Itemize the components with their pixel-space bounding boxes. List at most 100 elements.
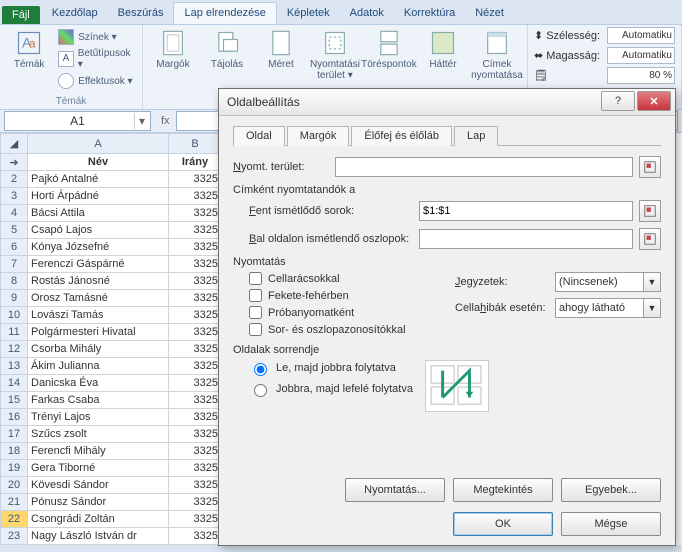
refselect-rows[interactable] <box>639 200 661 222</box>
cell-name[interactable]: Szűcs zsolt <box>28 426 169 443</box>
height-field[interactable]: Automatiku <box>607 47 675 64</box>
cell-value[interactable]: 3325 <box>169 494 222 511</box>
scale-field[interactable]: 80 % <box>607 67 675 84</box>
cell-value[interactable]: 3325 <box>169 358 222 375</box>
tab-formulas[interactable]: Képletek <box>277 3 340 24</box>
cell-name[interactable]: Pajkó Antalné <box>28 171 169 188</box>
cell-name[interactable]: Ferenczi Gáspárné <box>28 256 169 273</box>
cell-name[interactable]: Csorba Mihály <box>28 341 169 358</box>
row-head[interactable]: 7 <box>1 256 28 273</box>
cell-value[interactable]: 3325 <box>169 205 222 222</box>
cell-value[interactable]: 3325 <box>169 375 222 392</box>
row-head[interactable]: 12 <box>1 341 28 358</box>
col-B[interactable]: B <box>169 134 222 154</box>
orientation-button[interactable]: Tájolás <box>203 27 251 70</box>
cell-name[interactable]: Ákim Julianna <box>28 358 169 375</box>
cell-name[interactable]: Gera Tiborné <box>28 460 169 477</box>
cell-value[interactable]: 3325 <box>169 511 222 528</box>
cell-name[interactable]: Bácsi Attila <box>28 205 169 222</box>
margins-button[interactable]: Margók <box>149 27 197 70</box>
fx-icon[interactable]: fx <box>161 115 170 127</box>
colors-dropdown[interactable]: Színek ▾ <box>58 29 136 45</box>
row-head[interactable]: 17 <box>1 426 28 443</box>
tab-data[interactable]: Adatok <box>340 3 394 24</box>
tab-margok[interactable]: Margók <box>287 126 350 146</box>
row-head[interactable]: 14 <box>1 375 28 392</box>
preview-button[interactable]: Megtekintés <box>453 478 553 502</box>
printarea-input[interactable] <box>335 157 633 177</box>
cell-value[interactable]: 3325 <box>169 443 222 460</box>
cancel-button[interactable]: Mégse <box>561 512 661 536</box>
row-head[interactable]: 11 <box>1 324 28 341</box>
cell-name[interactable]: Orosz Tamásné <box>28 290 169 307</box>
chk-bw[interactable]: Fekete-fehérben <box>249 289 437 302</box>
dialog-titlebar[interactable]: Oldalbeállítás ? ✕ <box>219 89 675 116</box>
col-A[interactable]: A <box>28 134 169 154</box>
tab-oldal[interactable]: Oldal <box>233 126 285 146</box>
cell-value[interactable]: 3325 <box>169 460 222 477</box>
chk-draft[interactable]: Próbanyomatként <box>249 306 437 319</box>
cell-name[interactable]: Horti Árpádné <box>28 188 169 205</box>
row-head[interactable]: 16 <box>1 409 28 426</box>
cell-name[interactable]: Lovászi Tamás <box>28 307 169 324</box>
row-head[interactable]: 23 <box>1 528 28 545</box>
cell-name[interactable]: Kónya Józsefné <box>28 239 169 256</box>
refselect-cols[interactable] <box>639 228 661 250</box>
themes-button[interactable]: Aa Témák <box>6 27 52 70</box>
row-head[interactable]: 2 <box>1 171 28 188</box>
row-head[interactable]: 18 <box>1 443 28 460</box>
row-head[interactable]: ➜ <box>1 154 28 171</box>
tab-view[interactable]: Nézet <box>465 3 514 24</box>
header-irany[interactable]: Irány <box>169 154 222 171</box>
width-field[interactable]: Automatiku <box>607 27 675 44</box>
cell-value[interactable]: 3325 <box>169 222 222 239</box>
cell-name[interactable]: Rostás Jánosné <box>28 273 169 290</box>
background-button[interactable]: Háttér <box>419 27 467 70</box>
tab-home[interactable]: Kezdőlap <box>42 3 108 24</box>
tab-elofej[interactable]: Élőfej és élőláb <box>351 126 452 146</box>
cell-value[interactable]: 3325 <box>169 341 222 358</box>
cell-value[interactable]: 3325 <box>169 426 222 443</box>
row-head[interactable]: 13 <box>1 358 28 375</box>
cell-value[interactable]: 3325 <box>169 188 222 205</box>
size-button[interactable]: Méret <box>257 27 305 70</box>
row-head[interactable]: 6 <box>1 239 28 256</box>
row-head[interactable]: 3 <box>1 188 28 205</box>
cols-repeat-input[interactable] <box>419 229 633 249</box>
row-head[interactable]: 20 <box>1 477 28 494</box>
row-head[interactable]: 15 <box>1 392 28 409</box>
fonts-dropdown[interactable]: ABetűtípusok ▾ <box>58 48 136 70</box>
rows-repeat-input[interactable] <box>419 201 633 221</box>
tab-insert[interactable]: Beszúrás <box>108 3 174 24</box>
cell-name[interactable]: Danicska Éva <box>28 375 169 392</box>
cell-value[interactable]: 3325 <box>169 324 222 341</box>
cell-value[interactable]: 3325 <box>169 239 222 256</box>
header-name[interactable]: Név <box>28 154 169 171</box>
chk-gridlines[interactable]: Cellarácsokkal <box>249 272 437 285</box>
print-button[interactable]: Nyomtatás... <box>345 478 445 502</box>
radio-over-down[interactable]: Jobbra, majd lefelé folytatva <box>249 381 413 397</box>
row-head[interactable]: 9 <box>1 290 28 307</box>
cell-name[interactable]: Trényi Lajos <box>28 409 169 426</box>
cell-value[interactable]: 3325 <box>169 528 222 545</box>
select-all[interactable]: ◢ <box>1 134 28 154</box>
close-button[interactable]: ✕ <box>637 91 671 111</box>
options-button[interactable]: Egyebek... <box>561 478 661 502</box>
cell-value[interactable]: 3325 <box>169 290 222 307</box>
row-head[interactable]: 21 <box>1 494 28 511</box>
cell-name[interactable]: Farkas Csaba <box>28 392 169 409</box>
cell-name[interactable]: Csongrádi Zoltán <box>28 511 169 528</box>
cell-value[interactable]: 3325 <box>169 409 222 426</box>
effects-dropdown[interactable]: Effektusok ▾ <box>58 73 136 89</box>
name-box[interactable]: A1▾ <box>4 111 151 131</box>
cell-name[interactable]: Csapó Lajos <box>28 222 169 239</box>
tab-pagelayout[interactable]: Lap elrendezése <box>173 2 276 24</box>
row-head[interactable]: 8 <box>1 273 28 290</box>
tab-review[interactable]: Korrektúra <box>394 3 465 24</box>
chk-headings[interactable]: Sor- és oszlopazonosítókkal <box>249 323 437 336</box>
printtitles-button[interactable]: Címek nyomtatása <box>473 27 521 81</box>
printarea-button[interactable]: Nyomtatási terület ▾ <box>311 27 359 81</box>
cell-name[interactable]: Nagy László István dr <box>28 528 169 545</box>
cell-value[interactable]: 3325 <box>169 171 222 188</box>
cell-value[interactable]: 3325 <box>169 392 222 409</box>
